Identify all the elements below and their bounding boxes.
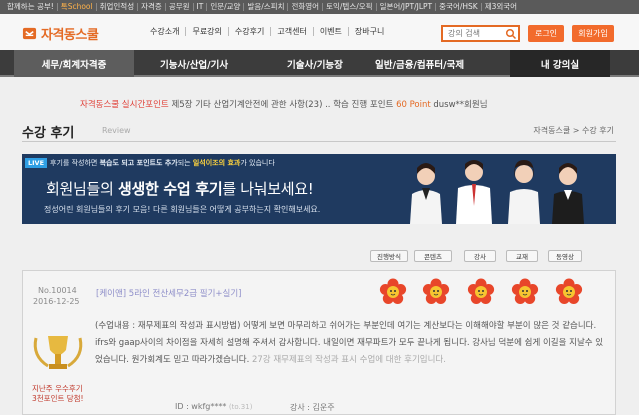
page-title-row: 수강 후기 Review 자격동스쿨 > 수강 후기 — [22, 120, 616, 142]
tab-content[interactable]: 콘텐츠 — [414, 250, 452, 262]
top-category-bar: 합께하는 공부! 톡School 취업인적성 자격증 공무원 IT 인문/교양 … — [0, 0, 639, 14]
page-subtitle: Review — [102, 126, 131, 135]
ticker-text: 제5장 기타 산업기계안전에 관한 사항(23) .. 학습 진행 포인트 — [171, 100, 394, 110]
search-input[interactable] — [443, 29, 505, 38]
topbar-item[interactable]: 제3외국어 — [482, 3, 520, 11]
menu-item-event[interactable]: 이벤트 — [314, 27, 349, 36]
topbar-item[interactable]: 전화영어 — [288, 3, 324, 11]
tab-lecturer[interactable]: 강사 — [464, 250, 496, 262]
topbar-item[interactable]: 자격증 — [138, 3, 166, 11]
nav-item-my-classroom[interactable]: 내 강의실 — [510, 50, 610, 77]
trophy-icon — [33, 336, 83, 369]
page-title: 수강 후기 — [22, 126, 75, 141]
review-body: (수업내용 : 재무제표의 작성과 표시방법) 어떻게 보면 마무리하고 쉬어가… — [95, 318, 607, 369]
banner-top-line: LIVE 후기를 작성하면 복습도 되고 포인트도 추가되는 일석이조의 효과가… — [25, 157, 275, 169]
review-course-title[interactable]: [케이앤] 5라인 전산세무2급 필기+실기] — [96, 287, 241, 299]
flower-icon — [422, 278, 450, 304]
menu-item-support[interactable]: 고객센터 — [271, 27, 314, 36]
tab-progress-method[interactable]: 진행방식 — [370, 250, 408, 262]
topbar-item[interactable]: 톡School — [58, 3, 97, 11]
topbar-item[interactable]: 인문/교양 — [207, 3, 245, 11]
review-author: ID : wkfg**** (to.31) — [175, 402, 253, 411]
topbar-item[interactable]: IT — [194, 3, 208, 11]
review-lecturer: 강사 : 김운주 — [290, 403, 335, 412]
topbar-item[interactable]: 일본어/JPT/JLPT — [377, 3, 437, 11]
topbar-item[interactable]: 공무원 — [166, 3, 194, 11]
search-icon[interactable] — [505, 28, 517, 40]
tab-video[interactable]: 동영상 — [548, 250, 582, 262]
rating-flowers — [379, 278, 583, 304]
topbar-item[interactable]: 토익/텝스/오픽 — [323, 3, 377, 11]
breadcrumb: 자격동스쿨 > 수강 후기 — [533, 126, 614, 135]
site-header: 자격동스쿨 수강소개 무료강의 수강후기 고객센터 이벤트 장바구니 로그인 회… — [0, 14, 639, 50]
nav-item-general-finance[interactable]: 일반/금융/컴퓨터/국제 — [375, 50, 464, 77]
realtime-point-ticker: 자격동스쿨 실시간포인트 제5장 기타 산업기계안전에 관한 사항(23) ..… — [80, 98, 488, 110]
ticker-user: dusw**회원님 — [433, 100, 488, 110]
ticker-label: 자격동스쿨 실시간포인트 — [80, 100, 169, 110]
logo-text: 자격동스쿨 — [41, 28, 99, 43]
banner-subtext: 정성어린 회원님들의 후기 모음! 다른 회원님들은 어떻게 공부하는지 확인해… — [44, 205, 321, 214]
banner-headline: 회원님들의 생생한 수업 후기를 나눠보세요! — [46, 180, 314, 198]
menu-item-reviews[interactable]: 수강후기 — [229, 27, 272, 36]
flower-icon — [511, 278, 539, 304]
header-menu: 수강소개 무료강의 수강후기 고객센터 이벤트 장바구니 — [144, 27, 390, 36]
review-date: 2016-12-25 — [33, 297, 80, 306]
topbar-item[interactable]: 발음/스피치 — [244, 3, 289, 11]
logo-mark-icon — [22, 27, 37, 40]
topbar-item[interactable]: 취업인적성 — [97, 3, 139, 11]
review-body-faded: 27강 재무제표의 작성과 표시 수업에 대한 후기입니다. — [251, 355, 446, 365]
menu-item-cart[interactable]: 장바구니 — [349, 27, 390, 36]
menu-item-free-lecture[interactable]: 무료강의 — [186, 27, 229, 36]
topbar-item[interactable]: 합께하는 공부! — [4, 3, 58, 11]
flower-icon — [379, 278, 407, 304]
banner-top-text: 후기를 작성하면 복습도 되고 포인트도 추가되는 일석이조의 효과가 있습니다 — [50, 159, 275, 167]
nav-item-tax-accounting[interactable]: 세무/회계자격증 — [14, 50, 134, 77]
login-button[interactable]: 로그인 — [528, 25, 564, 42]
review-banner: LIVE 후기를 작성하면 복습도 되고 포인트도 추가되는 일석이조의 효과가… — [22, 154, 616, 224]
review-number: No.10014 — [38, 286, 77, 295]
banner-people-illustration — [410, 160, 584, 224]
menu-item-intro[interactable]: 수강소개 — [144, 27, 187, 36]
ticker-points: 60 Point — [396, 100, 431, 110]
nav-item-professional-engineer[interactable]: 기술사/기능장 — [287, 50, 343, 77]
site-logo[interactable]: 자격동스쿨 — [22, 24, 99, 43]
live-badge: LIVE — [25, 158, 48, 168]
search-box — [441, 25, 520, 42]
flower-icon — [555, 278, 583, 304]
award-points: 3천포인트 당첨! — [32, 394, 84, 403]
nav-item-technician[interactable]: 기능사/산업/기사 — [160, 50, 228, 77]
flower-icon — [467, 278, 495, 304]
join-button[interactable]: 회원가입 — [572, 25, 614, 42]
tab-textbook[interactable]: 교재 — [506, 250, 538, 262]
main-nav: 세무/회계자격증 기능사/산업/기사 기술사/기능장 일반/금융/컴퓨터/국제 … — [0, 50, 639, 77]
topbar-item[interactable]: 중국어/HSK — [436, 3, 482, 11]
